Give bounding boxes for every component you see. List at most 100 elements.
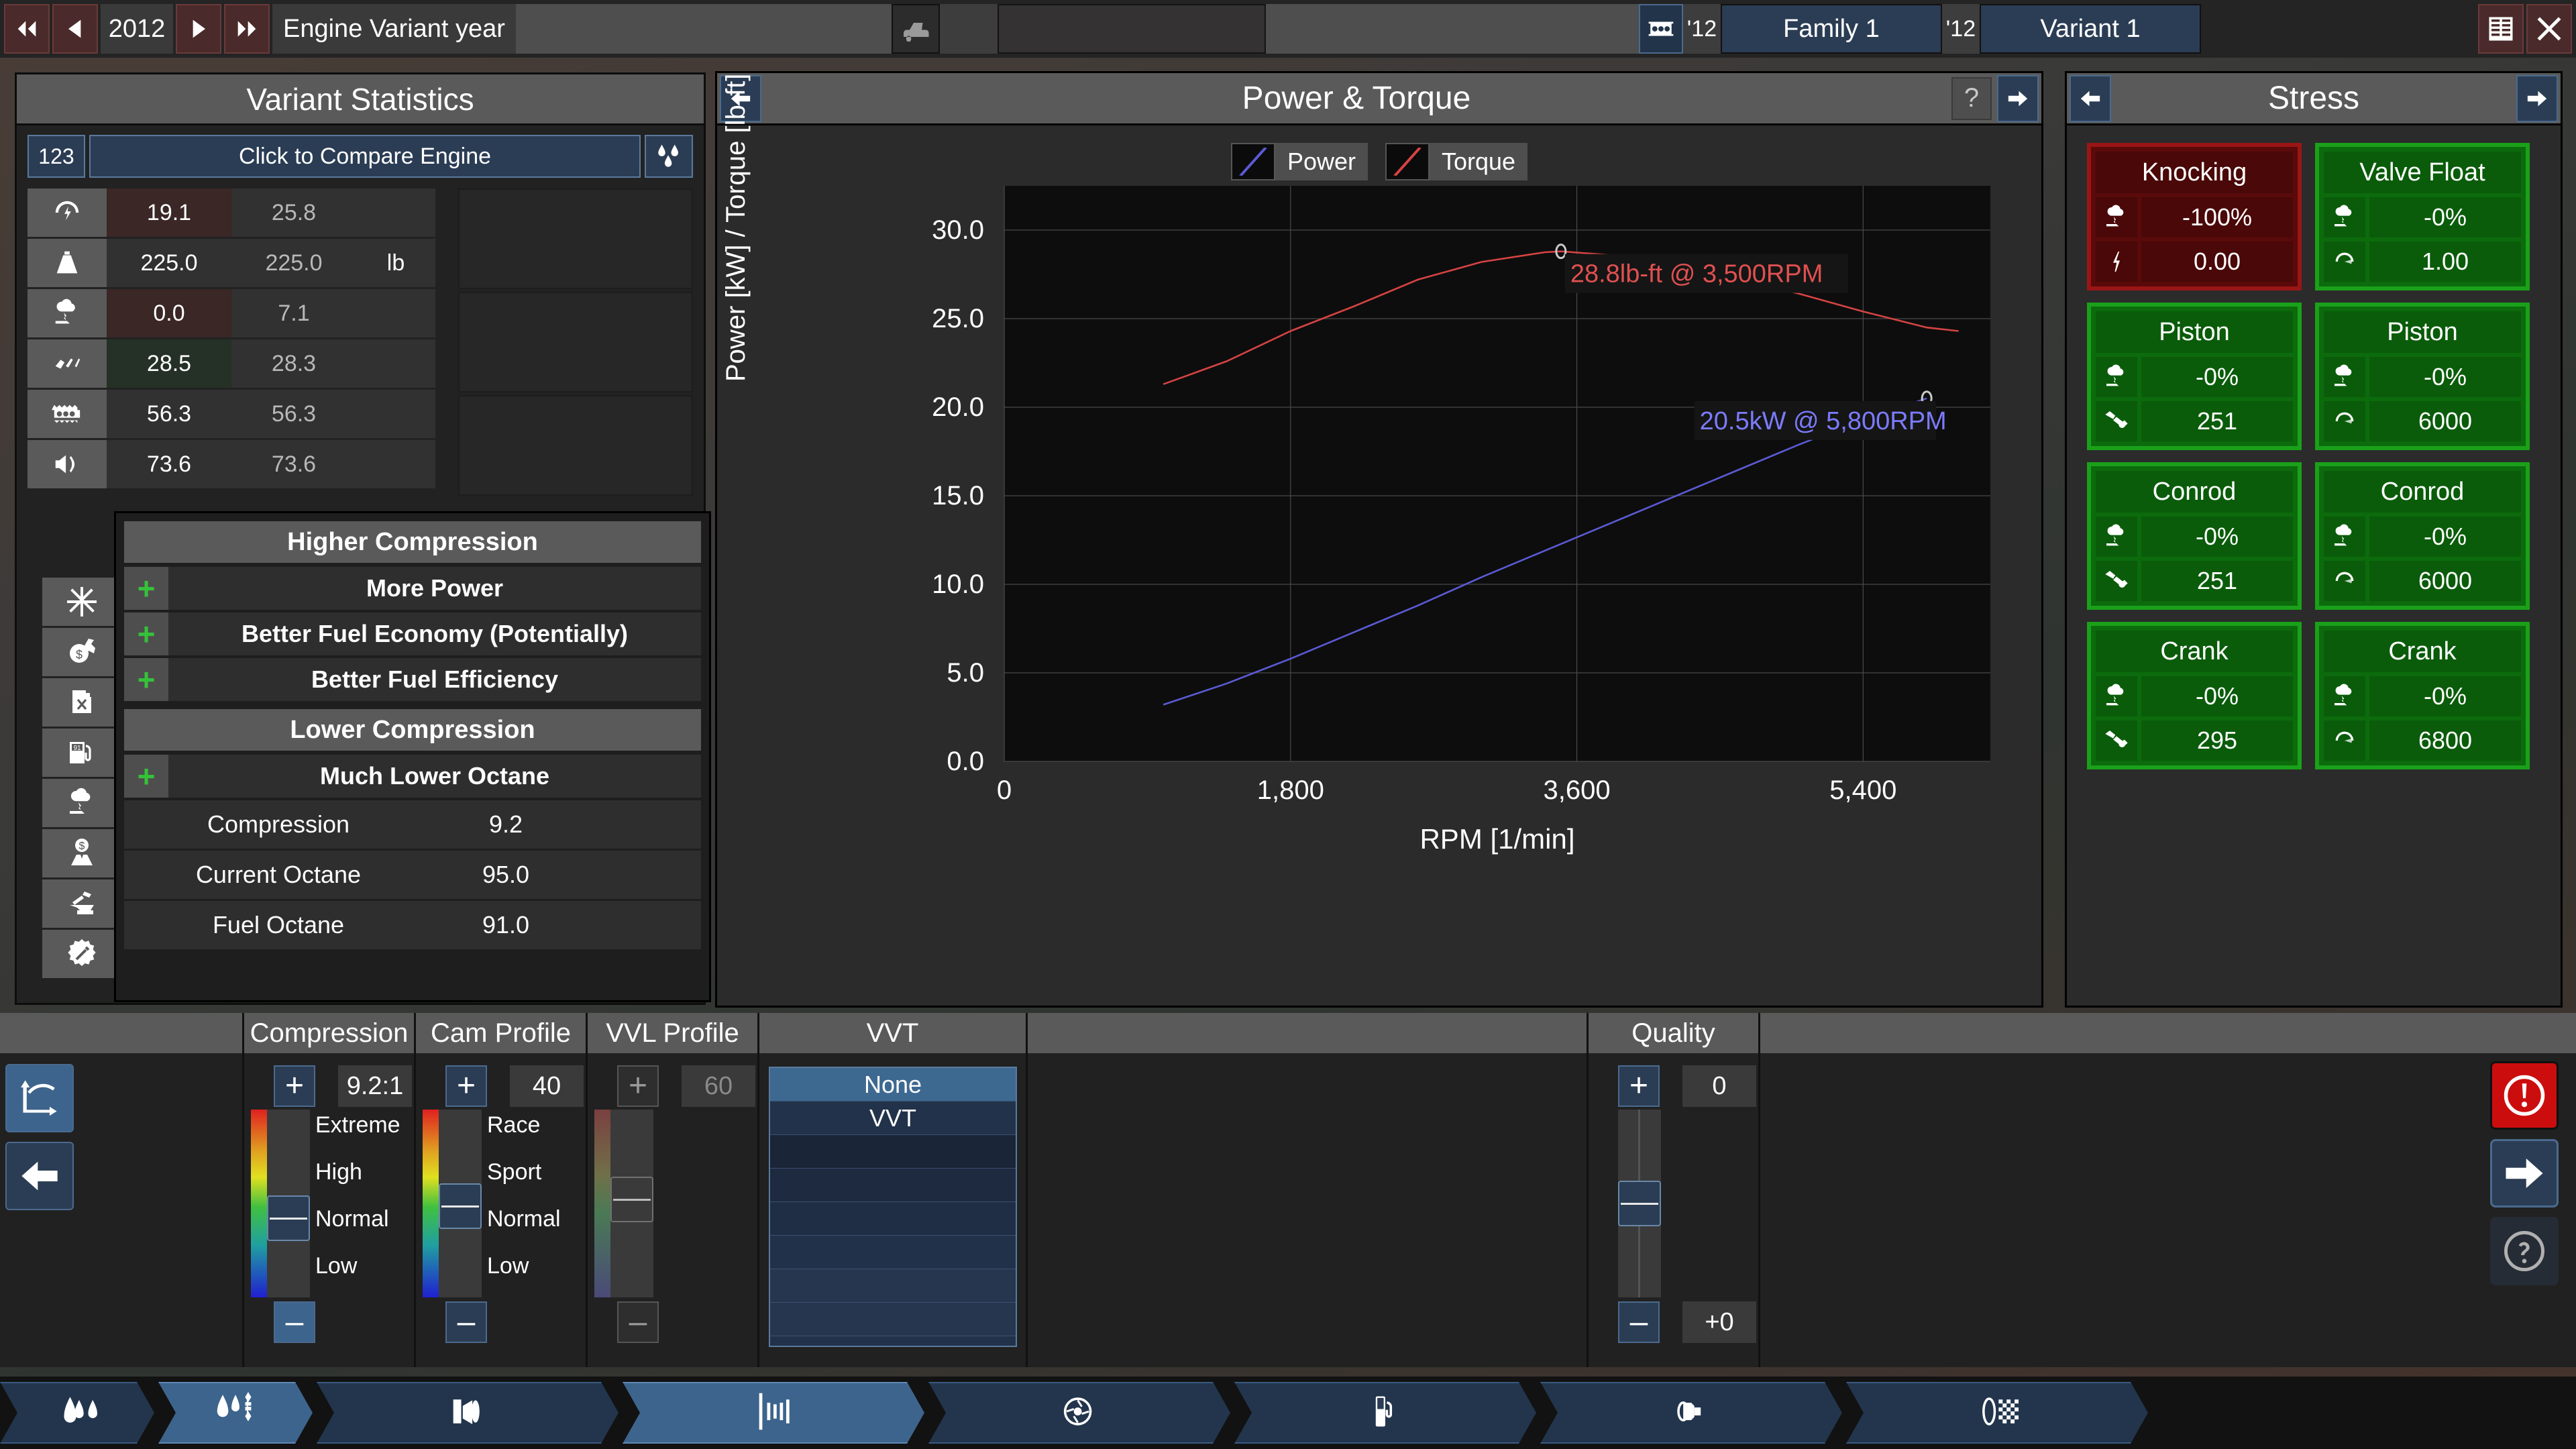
quality-value: 0 — [1682, 1065, 1756, 1107]
vvt-option-vvt[interactable]: VVT — [770, 1102, 1016, 1135]
compare-engine-button[interactable]: Click to Compare Engine — [89, 135, 641, 178]
compression-minus-button[interactable]: – — [274, 1301, 315, 1343]
prev-year-button[interactable] — [52, 4, 98, 54]
nav-tab-1[interactable] — [158, 1382, 313, 1444]
stress-card-grid: Knocking -100% 0.00 Valve Float -0% 1.00 Pisto… — [2067, 125, 2561, 787]
cam-profile-plus-button[interactable]: + — [445, 1065, 487, 1107]
compression-slider-knob[interactable] — [267, 1195, 310, 1241]
tooltip-benefit-label: Better Fuel Efficiency — [168, 658, 701, 701]
bottom-back-button[interactable] — [5, 1142, 74, 1210]
tooltip-benefit-label: More Power — [168, 567, 701, 610]
tooltip-stat-blank — [579, 800, 701, 849]
stress-card[interactable]: Knocking -100% 0.00 — [2087, 143, 2302, 290]
svg-text:0: 0 — [997, 775, 1012, 805]
variant-button[interactable]: Variant 1 — [1979, 4, 2201, 54]
nav-tab-6[interactable] — [1540, 1382, 1842, 1444]
quality-plus-button[interactable]: + — [1618, 1065, 1660, 1107]
close-x-icon[interactable] — [2526, 4, 2572, 54]
stress-card[interactable]: Conrod -0% 251 — [2087, 462, 2302, 610]
stress-card[interactable]: Piston -0% 6000 — [2315, 303, 2530, 450]
quality-slider-knob[interactable] — [1618, 1181, 1661, 1226]
stat-previous-value: 28.3 — [231, 339, 356, 388]
stress-card-row: -0% — [2096, 676, 2293, 716]
compression-plus-button[interactable]: + — [274, 1065, 315, 1107]
vvt-option-empty[interactable] — [770, 1303, 1016, 1336]
stress-card[interactable]: Conrod -0% 6000 — [2315, 462, 2530, 610]
smoothness-icon — [28, 339, 107, 388]
performance-gauge-icon — [28, 189, 107, 237]
table-row: Current Octane 95.0 — [124, 851, 701, 899]
stress-card[interactable]: Crank -0% 6800 — [2315, 622, 2530, 769]
nav-tab-3[interactable] — [623, 1382, 924, 1444]
legend-item-power[interactable]: Power — [1230, 143, 1368, 180]
cam-profile-slider[interactable] — [439, 1110, 482, 1297]
legend-item-torque[interactable]: Torque — [1385, 143, 1528, 180]
bottom-spacer-body — [1028, 1053, 1587, 1367]
vvt-option-empty[interactable] — [770, 1135, 1016, 1169]
droplets-icon[interactable] — [645, 135, 693, 178]
vvt-option-empty[interactable] — [770, 1269, 1016, 1303]
nav-tab-0[interactable] — [0, 1382, 154, 1444]
vvl-profile-slider[interactable] — [610, 1110, 653, 1297]
gauge-icon — [2324, 401, 2365, 441]
stress-card[interactable]: Crank -0% 295 — [2087, 622, 2302, 769]
crankshaft-icon — [749, 1390, 798, 1436]
table-row: Compression 9.2 — [124, 800, 701, 849]
stat-current-value: 56.3 — [107, 390, 231, 438]
compare-slot-number[interactable]: 123 — [28, 135, 85, 178]
quality-slider[interactable] — [1618, 1110, 1661, 1297]
last-year-button[interactable] — [224, 4, 270, 54]
nav-tab-7[interactable] — [1846, 1382, 2148, 1444]
compression-control: Compression + 9.2:1 Extreme High Normal … — [244, 1013, 416, 1367]
svg-text:$: $ — [76, 648, 83, 661]
vvt-option-empty[interactable] — [770, 1202, 1016, 1236]
nav-tab-5[interactable] — [1234, 1382, 1536, 1444]
engine-name-field[interactable] — [997, 4, 1266, 54]
svg-text:3,600: 3,600 — [1543, 775, 1610, 805]
next-year-button[interactable] — [176, 4, 221, 54]
bottom-forward-button[interactable] — [2490, 1139, 2559, 1208]
emissions-icon — [2096, 676, 2137, 716]
report-table-icon[interactable] — [2478, 4, 2524, 54]
svg-text:1,800: 1,800 — [1257, 775, 1324, 805]
vvl-profile-slider-knob[interactable] — [610, 1177, 653, 1222]
warning-exclamation-icon[interactable] — [2490, 1061, 2559, 1130]
vvl-profile-plus-button[interactable]: + — [617, 1065, 659, 1107]
cam-profile-minus-button[interactable]: – — [445, 1301, 487, 1343]
stress-card-row: -0% — [2096, 357, 2293, 397]
stress-card-row1-value: -0% — [2369, 517, 2521, 557]
svg-text:5.0: 5.0 — [947, 658, 984, 688]
vvt-option-list[interactable]: None VVT — [769, 1067, 1017, 1347]
nav-tab-2[interactable] — [317, 1382, 619, 1444]
svg-text:25.0: 25.0 — [932, 304, 984, 333]
first-year-button[interactable] — [4, 4, 50, 54]
chart-next-button[interactable] — [1997, 74, 2039, 122]
nav-tab-4[interactable] — [928, 1382, 1230, 1444]
power-torque-chart: 0.0 5.0 10.0 15.0 20.0 25.0 30.0 0 1,800 3,600 5,4… — [932, 186, 1990, 855]
curve-graph-icon[interactable] — [5, 1064, 74, 1132]
stress-card[interactable]: Piston -0% 251 — [2087, 303, 2302, 450]
engine-block-icon[interactable] — [1638, 4, 1683, 54]
stress-card-row: -0% — [2324, 197, 2521, 237]
stress-card-row2-value: 6000 — [2369, 561, 2521, 601]
vvt-option-empty[interactable] — [770, 1236, 1016, 1269]
vvt-option-empty[interactable] — [770, 1169, 1016, 1202]
question-mark-icon[interactable]: ? — [1951, 76, 1992, 120]
wrench-icon — [2096, 401, 2137, 441]
vvt-option-none[interactable]: None — [770, 1068, 1016, 1102]
vvl-profile-minus-button[interactable]: – — [617, 1301, 659, 1343]
family-button[interactable]: Family 1 — [1720, 4, 1942, 54]
bottom-tab-bar — [0, 1377, 2576, 1449]
vvl-profile-body: + 60 – — [588, 1053, 757, 1367]
cam-profile-slider-knob[interactable] — [439, 1183, 482, 1229]
compression-slider[interactable] — [267, 1110, 310, 1297]
table-row: 19.1 25.8 — [28, 189, 450, 237]
stress-card[interactable]: Valve Float -0% 1.00 — [2315, 143, 2530, 290]
cam-profile-tick-3: Low — [487, 1253, 529, 1279]
stress-prev-button[interactable] — [2070, 74, 2111, 122]
quality-minus-button[interactable]: – — [1618, 1301, 1660, 1343]
bottom-help-button[interactable] — [2490, 1217, 2559, 1285]
car-icon[interactable] — [891, 4, 940, 54]
stress-next-button[interactable] — [2516, 74, 2558, 122]
engineer-cost-icon: $ — [42, 829, 121, 877]
